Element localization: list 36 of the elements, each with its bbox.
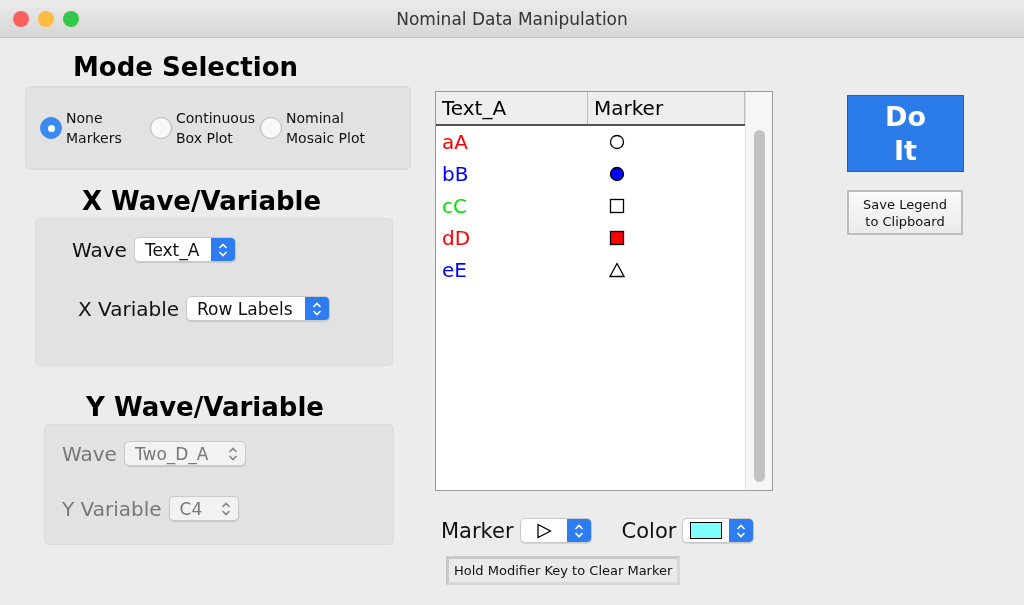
section-heading: Mode Selection — [73, 52, 299, 82]
save-legend-button[interactable]: Save Legend to Clipboard — [847, 190, 963, 235]
field-label: X Variable — [78, 296, 180, 321]
table-cell-text: bB — [441, 162, 470, 186]
field-label: Color — [621, 518, 677, 543]
stepper-arrows-icon — [311, 300, 322, 317]
column-header: Text_A — [436, 92, 588, 124]
minimize-icon[interactable] — [38, 10, 54, 27]
stepper-arrows-icon — [218, 241, 229, 258]
section-heading: X Wave/Variable — [82, 186, 322, 216]
popup-menu[interactable]: Text_A — [133, 237, 237, 262]
stepper-arrows-icon — [221, 500, 232, 517]
table-cell-text: dD — [441, 226, 472, 250]
radio-option[interactable]: None Markers — [40, 108, 146, 148]
radio-option[interactable]: Continuous Box Plot — [150, 108, 256, 148]
radio-option[interactable]: Nominal Mosaic Plot — [260, 108, 366, 148]
scrollbar-thumb[interactable] — [753, 130, 765, 482]
section-heading: Y Wave/Variable — [86, 392, 324, 422]
do-it-button[interactable]: Do It — [847, 95, 964, 172]
field-label: Wave — [72, 237, 127, 262]
marker-popup[interactable] — [519, 518, 592, 543]
table-cell-text: cC — [441, 194, 468, 218]
stepper-arrows-icon — [573, 522, 584, 539]
table-cell-text: aA — [441, 130, 469, 154]
field-label: Y Variable — [62, 496, 162, 521]
stepper-arrows-icon — [227, 445, 238, 462]
close-icon[interactable] — [13, 10, 29, 27]
stepper-arrows-icon — [736, 522, 747, 539]
field-label: Marker — [441, 518, 514, 543]
field-label: Wave — [62, 441, 117, 466]
hint-label: Hold Modifier Key to Clear Marker — [446, 556, 681, 585]
color-popup[interactable] — [682, 518, 755, 543]
zoom-icon[interactable] — [63, 10, 79, 27]
window-title: Nominal Data Manipulation — [396, 8, 628, 29]
popup-menu[interactable]: Row Labels — [186, 296, 330, 321]
table-cell-text: eE — [441, 258, 468, 282]
